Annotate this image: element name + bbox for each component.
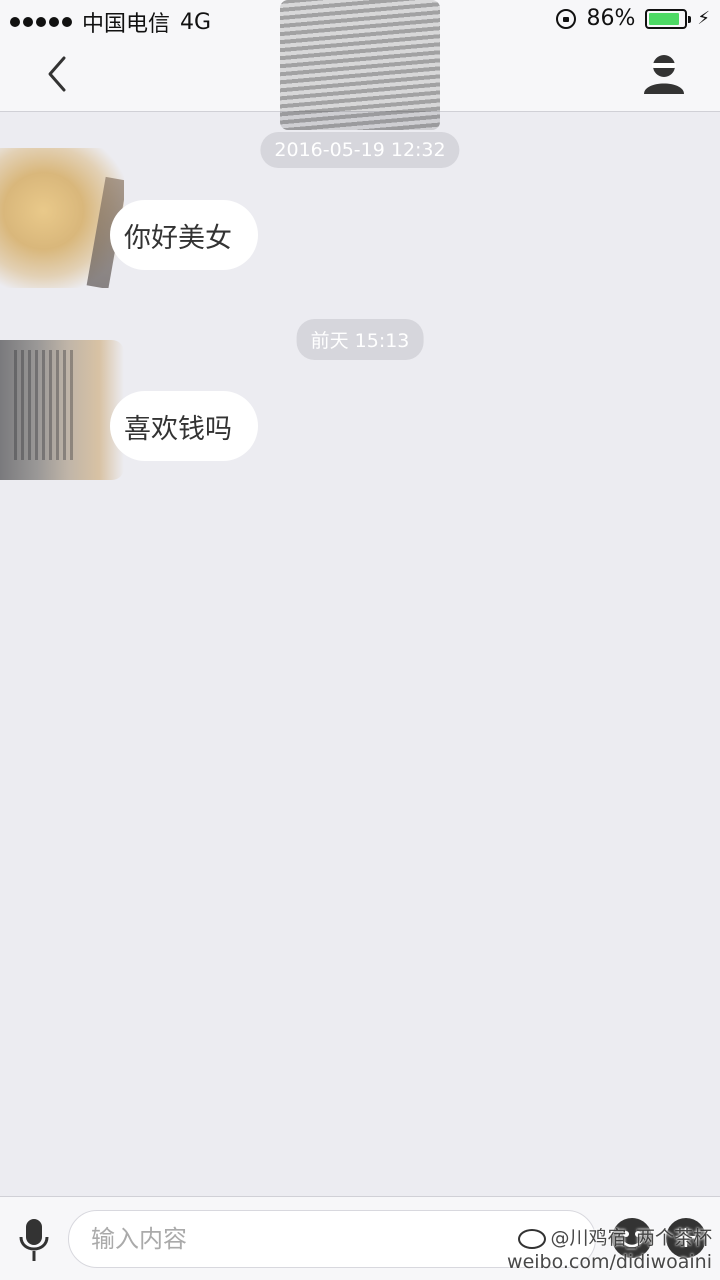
battery-icon — [645, 8, 692, 29]
redaction-scribble — [280, 0, 440, 130]
weibo-logo-icon — [518, 1228, 547, 1249]
input-bar: + @川鸡宿_两个茶杯 weibo.com/didiwoaini — [0, 1196, 720, 1280]
charging-icon: ⚡ — [697, 8, 710, 29]
message-timestamp: 2016-05-19 12:32 — [260, 132, 460, 168]
battery-fill — [649, 12, 679, 25]
carrier-label: 中国电信 — [82, 12, 171, 37]
microphone-icon — [19, 1219, 49, 1261]
watermark-handle: @川鸡宿_两个茶杯 — [550, 1227, 712, 1249]
sender-avatar[interactable] — [0, 148, 124, 288]
person-icon — [644, 55, 684, 94]
watermark: @川鸡宿_两个茶杯 weibo.com/didiwoaini — [507, 1226, 712, 1274]
sender-avatar[interactable] — [0, 340, 124, 480]
signal-strength-icon — [10, 17, 72, 27]
message-text: 你好美女 — [124, 222, 232, 254]
voice-input-button[interactable] — [16, 1215, 52, 1263]
message-bubble[interactable]: 喜欢钱吗 — [110, 391, 258, 461]
profile-button[interactable] — [640, 50, 688, 98]
battery-percent: 86% — [586, 6, 636, 31]
back-button[interactable] — [36, 52, 80, 96]
message-bubble[interactable]: 你好美女 — [110, 200, 258, 270]
watermark-line1: @川鸡宿_两个茶杯 — [507, 1226, 712, 1250]
message-timestamp: 前天 15:13 — [296, 319, 424, 360]
message-text: 喜欢钱吗 — [124, 413, 232, 445]
rotation-lock-icon — [556, 8, 577, 29]
message-list[interactable]: 2016-05-19 12:32 你好美女 前天 15:13 喜欢钱吗 — [0, 112, 720, 1196]
watermark-url: weibo.com/didiwoaini — [507, 1251, 712, 1273]
status-right: 86% ⚡ — [556, 6, 710, 31]
network-label: 4G — [180, 9, 212, 35]
status-left: 中国电信 4G — [10, 6, 211, 38]
chat-screen: 中国电信 4G 86% ⚡ 2016-05-19 12:32 你好美女 前天 1… — [0, 0, 720, 1280]
chevron-left-icon — [48, 56, 66, 92]
